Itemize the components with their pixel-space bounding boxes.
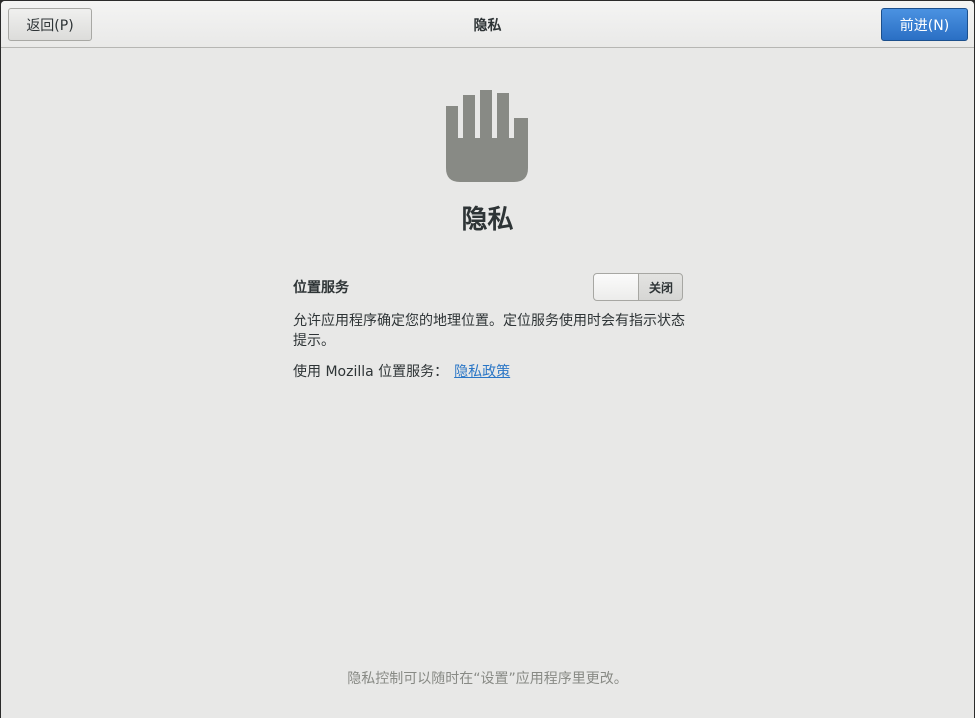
location-description: 允许应用程序确定您的地理位置。定位服务使用时会有指示状态提示。 — [293, 313, 685, 349]
location-services-label: 位置服务 — [293, 280, 349, 296]
mozilla-service-text: 使用 Mozilla 位置服务： — [293, 364, 449, 380]
header-bar: 返回(P) 隐私 前进(N) — [1, 1, 974, 48]
footer-note: 隐私控制可以随时在“设置”应用程序里更改。 — [347, 671, 628, 687]
setup-window: 返回(P) 隐私 前进(N) 隐私 位置服务 关闭 允许应用程序确定您的地理位置… — [1, 1, 974, 718]
toggle-state-label: 关闭 — [648, 280, 673, 295]
location-services-toggle[interactable]: 关闭 — [593, 273, 683, 301]
next-button[interactable]: 前进(N) — [881, 8, 968, 41]
page-heading: 隐私 — [461, 205, 514, 235]
mozilla-service-line: 使用 Mozilla 位置服务： 隐私政策 — [293, 361, 510, 381]
privacy-policy-link[interactable]: 隐私政策 — [454, 364, 510, 380]
toggle-knob — [594, 274, 639, 300]
hand-icon — [446, 90, 528, 182]
window-title: 隐私 — [473, 18, 502, 34]
